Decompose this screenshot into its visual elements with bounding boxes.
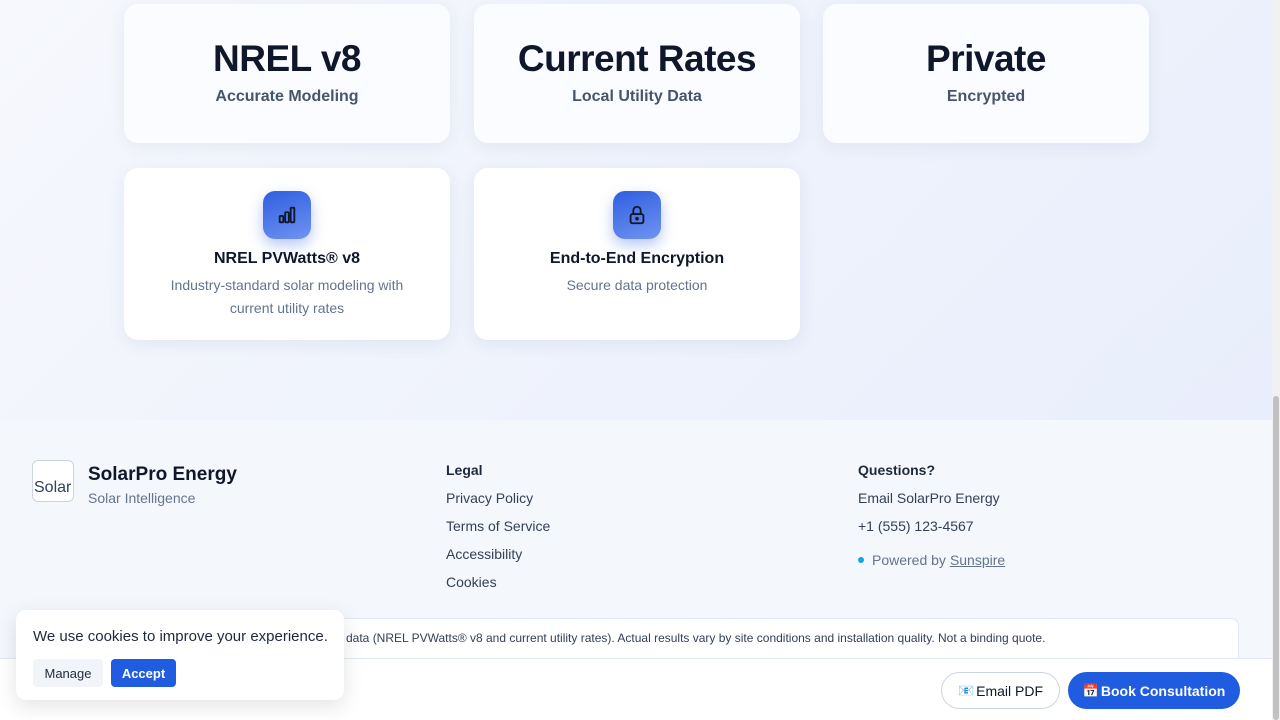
cookie-banner: We use cookies to improve your experienc… (16, 610, 344, 700)
questions-heading: Questions? (858, 462, 936, 478)
stat-card-privacy: Private Encrypted (823, 4, 1149, 143)
powered-by: Powered by Sunspire (858, 546, 1005, 574)
stat-label: Accurate Modeling (215, 88, 359, 105)
stat-label: Encrypted (946, 88, 1026, 105)
footer-questions-column: Questions? Email SolarPro Energy +1 (555… (858, 462, 1005, 574)
privacy-policy-link[interactable]: Privacy Policy (446, 490, 550, 518)
feature-card-encryption: End-to-End Encryption Secure data protec… (474, 168, 800, 340)
stat-value: NREL v8 (213, 38, 362, 79)
features-section: NREL v8 Accurate Modeling Current Rates … (0, 0, 1272, 420)
disclaimer-text: data (NREL PVWatts® v8 and current utili… (300, 618, 1239, 660)
feature-description: Secure data protection (566, 277, 708, 293)
bar-chart-icon (263, 191, 311, 239)
brand-tagline: Solar Intelligence (88, 490, 196, 506)
sunspire-link[interactable]: Sunspire (950, 552, 1005, 568)
feature-card-pvwatts: NREL PVWatts® v8 Industry-standard solar… (124, 168, 450, 340)
brand-logo: Solar (32, 460, 74, 502)
email-pdf-button[interactable]: 📧 Email PDF (941, 672, 1060, 709)
stat-card-modeling: NREL v8 Accurate Modeling (124, 4, 450, 143)
feature-title: NREL PVWatts® v8 (213, 250, 361, 267)
stat-value: Current Rates (517, 38, 757, 79)
email-icon: 📧 (957, 682, 975, 698)
powered-by-label: Powered by (872, 552, 946, 568)
scrollbar-thumb[interactable] (1273, 396, 1279, 720)
lock-icon (613, 191, 661, 239)
book-consultation-label: Book Consultation (1100, 682, 1226, 699)
stat-card-rates: Current Rates Local Utility Data (474, 4, 800, 143)
footer-brand: Solar SolarPro Energy Solar Intelligence (32, 460, 237, 506)
feature-description: Industry-standard solar modeling with cu… (170, 277, 404, 316)
legal-heading: Legal (446, 462, 483, 478)
manage-cookies-button[interactable]: Manage (33, 659, 103, 687)
email-pdf-label: Email PDF (976, 682, 1044, 699)
page-scrollbar[interactable] (1272, 0, 1280, 720)
accessibility-link[interactable]: Accessibility (446, 546, 550, 574)
stat-value: Private (926, 38, 1046, 79)
footer-legal-column: Legal Privacy Policy Terms of Service Ac… (446, 462, 550, 602)
phone-link[interactable]: +1 (555) 123-4567 (858, 518, 1005, 546)
accept-cookies-button[interactable]: Accept (111, 659, 176, 687)
feature-title: End-to-End Encryption (549, 250, 725, 267)
status-dot (858, 557, 864, 563)
book-consultation-button[interactable]: 📅 Book Consultation (1068, 672, 1240, 709)
stat-label: Local Utility Data (572, 88, 702, 105)
terms-of-service-link[interactable]: Terms of Service (446, 518, 550, 546)
email-company-link[interactable]: Email SolarPro Energy (858, 490, 1005, 518)
cookies-link[interactable]: Cookies (446, 574, 550, 602)
brand-name: SolarPro Energy (88, 464, 237, 485)
calendar-icon: 📅 (1082, 682, 1099, 698)
cookie-message: We use cookies to improve your experienc… (33, 628, 328, 645)
